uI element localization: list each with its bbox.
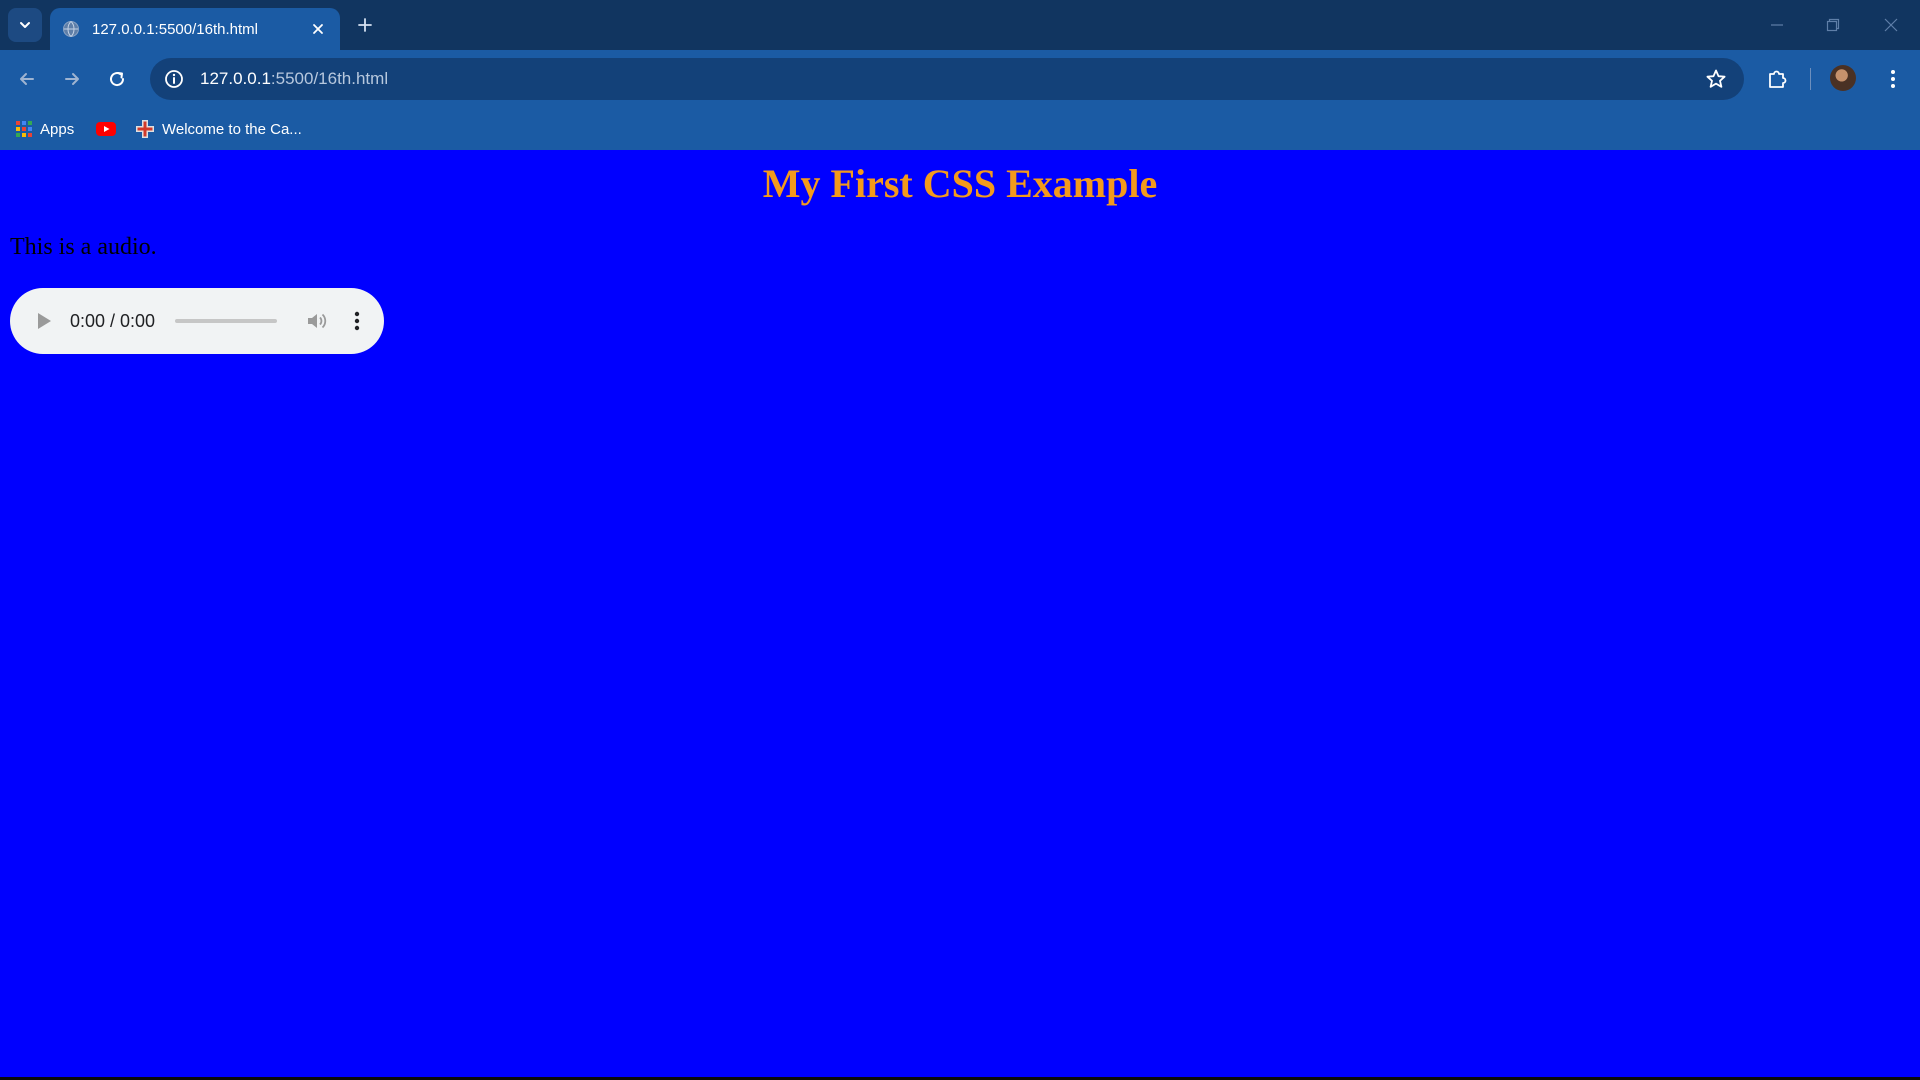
star-icon <box>1706 69 1726 88</box>
bookmark-star-button[interactable] <box>1702 65 1730 93</box>
youtube-icon <box>96 122 116 136</box>
site-info-button[interactable] <box>160 65 188 93</box>
reload-button[interactable] <box>100 62 134 96</box>
info-icon <box>165 70 183 88</box>
page-heading: My First CSS Example <box>762 161 1158 206</box>
bookmarks-bar: Apps Welcome to the Ca... <box>0 108 1920 150</box>
play-icon <box>38 313 51 329</box>
back-button[interactable] <box>10 62 44 96</box>
new-tab-button[interactable] <box>352 12 378 38</box>
audio-volume-button[interactable] <box>303 307 331 335</box>
puzzle-icon <box>1769 70 1787 88</box>
close-icon <box>1884 18 1898 32</box>
url-host: 127.0.0.1 <box>200 69 271 88</box>
plus-icon <box>358 18 372 32</box>
bookmark-apps[interactable]: Apps <box>16 116 74 142</box>
toolbar-divider <box>1810 68 1811 90</box>
audio-progress-slider[interactable] <box>175 319 278 323</box>
tab-title: 127.0.0.1:5500/16th.html <box>92 20 258 38</box>
apps-grid-icon <box>16 121 32 137</box>
address-bar[interactable]: 127.0.0.1:5500/16th.html <box>150 58 1744 100</box>
page-paragraph: This is a audio. <box>10 234 157 260</box>
audio-player[interactable]: 0:00 / 0:00 <box>10 288 384 354</box>
close-window-button[interactable] <box>1876 10 1906 40</box>
audio-play-button[interactable] <box>30 307 58 335</box>
chevron-down-icon <box>20 22 30 28</box>
page-content: My First CSS Example This is a audio. 0:… <box>0 150 1920 1080</box>
profile-avatar[interactable] <box>1830 65 1856 91</box>
kebab-menu-icon <box>354 311 360 331</box>
browser-toolbar: 127.0.0.1:5500/16th.html <box>0 50 1920 108</box>
close-icon <box>313 24 323 34</box>
reload-icon <box>110 72 125 87</box>
browser-tab-active[interactable]: 127.0.0.1:5500/16th.html <box>50 8 340 50</box>
minimize-window-button[interactable] <box>1762 10 1792 40</box>
arrow-left-icon <box>20 73 34 85</box>
tab-close-button[interactable] <box>306 17 330 41</box>
browser-menu-button[interactable] <box>1876 62 1910 96</box>
bookmark-label: Welcome to the Ca... <box>162 120 302 138</box>
tab-search-button[interactable] <box>8 8 42 42</box>
arrow-right-icon <box>65 73 79 85</box>
extensions-button[interactable] <box>1760 62 1794 96</box>
url-text[interactable]: 127.0.0.1:5500/16th.html <box>200 69 388 89</box>
audio-time-display: 0:00 / 0:00 <box>70 310 156 331</box>
restore-icon <box>1826 18 1840 32</box>
site-favicon-icon <box>136 120 154 138</box>
kebab-menu-icon <box>1891 70 1895 88</box>
audio-more-options-button[interactable] <box>343 307 371 335</box>
bookmark-youtube[interactable] <box>96 116 124 142</box>
url-path: :5500/16th.html <box>270 69 389 88</box>
bookmark-welcome[interactable]: Welcome to the Ca... <box>136 116 302 142</box>
restore-window-button[interactable] <box>1818 10 1848 40</box>
browser-tab-strip: 127.0.0.1:5500/16th.html <box>0 0 1920 50</box>
bookmark-label: Apps <box>40 120 75 138</box>
volume-icon <box>308 313 327 329</box>
forward-button[interactable] <box>55 62 89 96</box>
minimize-icon <box>1771 24 1783 26</box>
globe-icon <box>63 21 79 37</box>
